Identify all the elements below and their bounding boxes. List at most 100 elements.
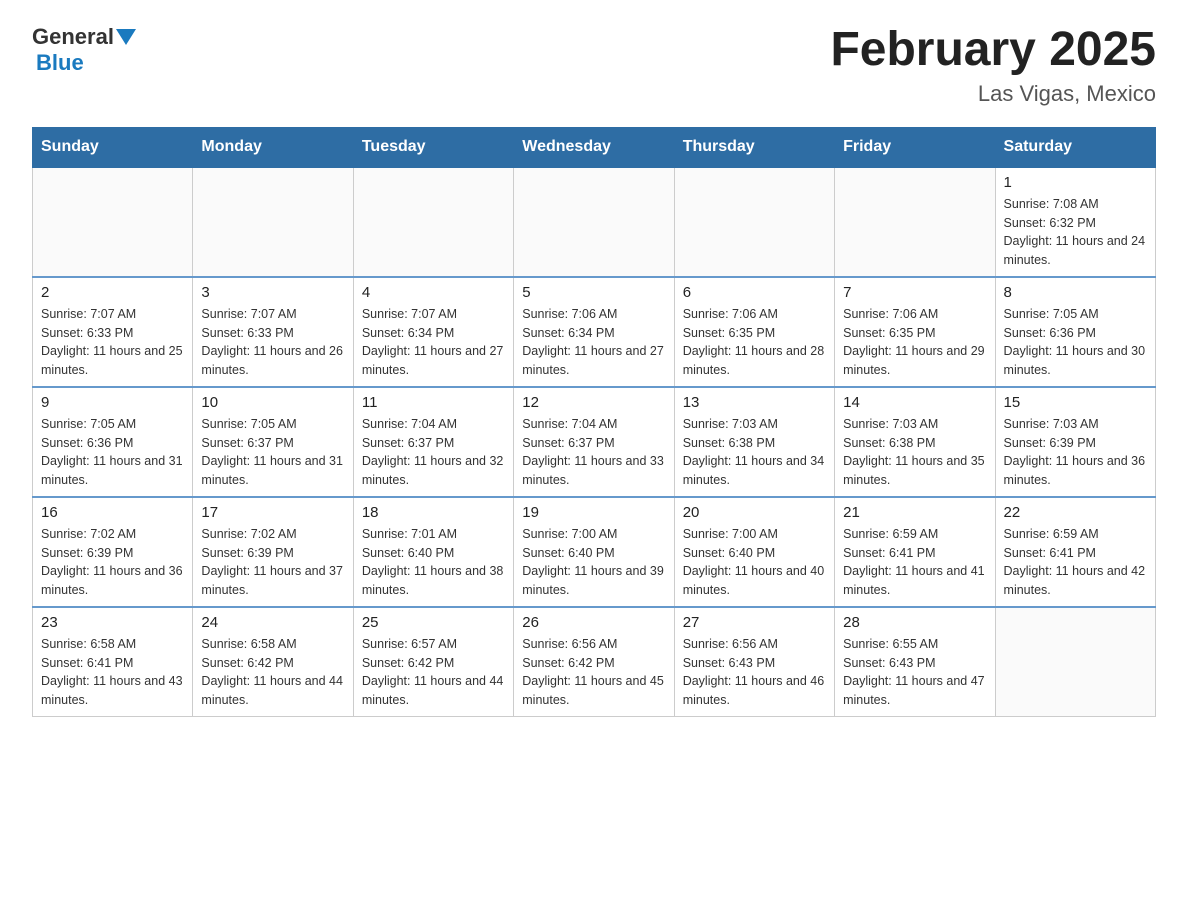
calendar-cell [835, 167, 995, 277]
day-info: Sunrise: 6:55 AM Sunset: 6:43 PM Dayligh… [843, 635, 986, 710]
weekday-header-saturday: Saturday [995, 127, 1155, 167]
day-number: 23 [41, 614, 184, 631]
day-info: Sunrise: 6:58 AM Sunset: 6:42 PM Dayligh… [201, 635, 344, 710]
calendar-cell: 20 Sunrise: 7:00 AM Sunset: 6:40 PM Dayli… [674, 497, 834, 607]
day-number: 24 [201, 614, 344, 631]
weekday-header-sunday: Sunday [33, 127, 193, 167]
day-number: 7 [843, 284, 986, 301]
calendar-week-3: 9Sunrise: 7:05 AM Sunset: 6:36 PM Daylig… [33, 387, 1156, 497]
day-info: Sunrise: 7:03 AM Sunset: 6:38 PM Dayligh… [843, 415, 986, 490]
calendar-cell: 19 Sunrise: 7:00 AM Sunset: 6:40 PM Dayli… [514, 497, 674, 607]
day-info: Sunrise: 7:05 AM Sunset: 6:36 PM Dayligh… [41, 415, 184, 490]
day-info: Sunrise: 7:05 AM Sunset: 6:36 PM Dayligh… [1004, 305, 1147, 380]
calendar-cell [193, 167, 353, 277]
day-number: 3 [201, 284, 344, 301]
day-number: 2 [41, 284, 184, 301]
day-info: Sunrise: 7:06 AM Sunset: 6:35 PM Dayligh… [843, 305, 986, 380]
calendar-cell: 14 Sunrise: 7:03 AM Sunset: 6:38 PM Dayli… [835, 387, 995, 497]
day-number: 28 [843, 614, 986, 631]
day-number: 21 [843, 504, 986, 521]
day-info: Sunrise: 7:03 AM Sunset: 6:39 PM Dayligh… [1004, 415, 1147, 490]
day-number: 15 [1004, 394, 1147, 411]
day-number: 27 [683, 614, 826, 631]
logo-blue-text: Blue [36, 50, 84, 75]
day-info: Sunrise: 6:58 AM Sunset: 6:41 PM Dayligh… [41, 635, 184, 710]
day-number: 5 [522, 284, 665, 301]
calendar-week-5: 23 Sunrise: 6:58 AM Sunset: 6:41 PM Dayli… [33, 607, 1156, 717]
calendar-cell: 17 Sunrise: 7:02 AM Sunset: 6:39 PM Dayli… [193, 497, 353, 607]
calendar-cell: 21 Sunrise: 6:59 AM Sunset: 6:41 PM Dayli… [835, 497, 995, 607]
calendar-cell: 3 Sunrise: 7:07 AM Sunset: 6:33 PM Daylig… [193, 277, 353, 387]
weekday-header-tuesday: Tuesday [353, 127, 513, 167]
day-number: 25 [362, 614, 505, 631]
calendar-cell: 7 Sunrise: 7:06 AM Sunset: 6:35 PM Daylig… [835, 277, 995, 387]
calendar-cell: 25 Sunrise: 6:57 AM Sunset: 6:42 PM Dayli… [353, 607, 513, 717]
day-number: 26 [522, 614, 665, 631]
calendar-cell: 2 Sunrise: 7:07 AM Sunset: 6:33 PM Daylig… [33, 277, 193, 387]
calendar-cell: 6 Sunrise: 7:06 AM Sunset: 6:35 PM Daylig… [674, 277, 834, 387]
logo: General Blue [32, 24, 136, 76]
weekday-header-thursday: Thursday [674, 127, 834, 167]
day-number: 19 [522, 504, 665, 521]
day-info: Sunrise: 7:07 AM Sunset: 6:33 PM Dayligh… [41, 305, 184, 380]
day-number: 17 [201, 504, 344, 521]
calendar-title: February 2025 [830, 24, 1156, 77]
day-number: 16 [41, 504, 184, 521]
calendar-cell: 26 Sunrise: 6:56 AM Sunset: 6:42 PM Dayli… [514, 607, 674, 717]
day-number: 14 [843, 394, 986, 411]
day-info: Sunrise: 7:07 AM Sunset: 6:33 PM Dayligh… [201, 305, 344, 380]
day-info: Sunrise: 6:56 AM Sunset: 6:42 PM Dayligh… [522, 635, 665, 710]
day-info: Sunrise: 7:00 AM Sunset: 6:40 PM Dayligh… [683, 525, 826, 600]
day-info: Sunrise: 7:06 AM Sunset: 6:34 PM Dayligh… [522, 305, 665, 380]
day-info: Sunrise: 6:59 AM Sunset: 6:41 PM Dayligh… [1004, 525, 1147, 600]
day-info: Sunrise: 7:02 AM Sunset: 6:39 PM Dayligh… [41, 525, 184, 600]
day-info: Sunrise: 7:00 AM Sunset: 6:40 PM Dayligh… [522, 525, 665, 600]
calendar-cell: 23 Sunrise: 6:58 AM Sunset: 6:41 PM Dayli… [33, 607, 193, 717]
weekday-header-friday: Friday [835, 127, 995, 167]
day-info: Sunrise: 7:02 AM Sunset: 6:39 PM Dayligh… [201, 525, 344, 600]
day-info: Sunrise: 7:07 AM Sunset: 6:34 PM Dayligh… [362, 305, 505, 380]
calendar-cell: 27 Sunrise: 6:56 AM Sunset: 6:43 PM Dayli… [674, 607, 834, 717]
calendar-cell: 22Sunrise: 6:59 AM Sunset: 6:41 PM Dayli… [995, 497, 1155, 607]
calendar-header: February 2025 Las Vigas, Mexico [830, 24, 1156, 107]
day-number: 4 [362, 284, 505, 301]
day-number: 8 [1004, 284, 1147, 301]
day-info: Sunrise: 6:57 AM Sunset: 6:42 PM Dayligh… [362, 635, 505, 710]
calendar-cell: 15 Sunrise: 7:03 AM Sunset: 6:39 PM Dayli… [995, 387, 1155, 497]
calendar-cell [353, 167, 513, 277]
day-info: Sunrise: 7:03 AM Sunset: 6:38 PM Dayligh… [683, 415, 826, 490]
calendar-cell: 5 Sunrise: 7:06 AM Sunset: 6:34 PM Daylig… [514, 277, 674, 387]
calendar-week-2: 2 Sunrise: 7:07 AM Sunset: 6:33 PM Daylig… [33, 277, 1156, 387]
day-number: 18 [362, 504, 505, 521]
calendar-location: Las Vigas, Mexico [830, 81, 1156, 107]
calendar-cell: 12Sunrise: 7:04 AM Sunset: 6:37 PM Dayli… [514, 387, 674, 497]
page-header: General Blue February 2025 Las Vigas, Me… [32, 24, 1156, 107]
day-number: 20 [683, 504, 826, 521]
calendar-table: SundayMondayTuesdayWednesdayThursdayFrid… [32, 127, 1156, 717]
day-info: Sunrise: 7:05 AM Sunset: 6:37 PM Dayligh… [201, 415, 344, 490]
logo-general-text: General [32, 24, 114, 50]
day-number: 11 [362, 394, 505, 411]
calendar-cell [514, 167, 674, 277]
calendar-cell: 10 Sunrise: 7:05 AM Sunset: 6:37 PM Dayli… [193, 387, 353, 497]
day-number: 6 [683, 284, 826, 301]
calendar-cell: 16 Sunrise: 7:02 AM Sunset: 6:39 PM Dayli… [33, 497, 193, 607]
calendar-week-4: 16 Sunrise: 7:02 AM Sunset: 6:39 PM Dayli… [33, 497, 1156, 607]
day-info: Sunrise: 7:01 AM Sunset: 6:40 PM Dayligh… [362, 525, 505, 600]
calendar-cell: 28 Sunrise: 6:55 AM Sunset: 6:43 PM Dayli… [835, 607, 995, 717]
day-info: Sunrise: 7:04 AM Sunset: 6:37 PM Dayligh… [522, 415, 665, 490]
day-info: Sunrise: 6:59 AM Sunset: 6:41 PM Dayligh… [843, 525, 986, 600]
calendar-cell: 13 Sunrise: 7:03 AM Sunset: 6:38 PM Dayli… [674, 387, 834, 497]
day-info: Sunrise: 7:04 AM Sunset: 6:37 PM Dayligh… [362, 415, 505, 490]
calendar-cell: 1Sunrise: 7:08 AM Sunset: 6:32 PM Daylig… [995, 167, 1155, 277]
logo-triangle-icon [116, 29, 136, 45]
day-info: Sunrise: 6:56 AM Sunset: 6:43 PM Dayligh… [683, 635, 826, 710]
calendar-cell [33, 167, 193, 277]
calendar-cell: 4 Sunrise: 7:07 AM Sunset: 6:34 PM Daylig… [353, 277, 513, 387]
weekday-header-wednesday: Wednesday [514, 127, 674, 167]
day-info: Sunrise: 7:06 AM Sunset: 6:35 PM Dayligh… [683, 305, 826, 380]
calendar-cell: 18 Sunrise: 7:01 AM Sunset: 6:40 PM Dayli… [353, 497, 513, 607]
calendar-cell: 11 Sunrise: 7:04 AM Sunset: 6:37 PM Dayli… [353, 387, 513, 497]
day-number: 10 [201, 394, 344, 411]
day-number: 13 [683, 394, 826, 411]
